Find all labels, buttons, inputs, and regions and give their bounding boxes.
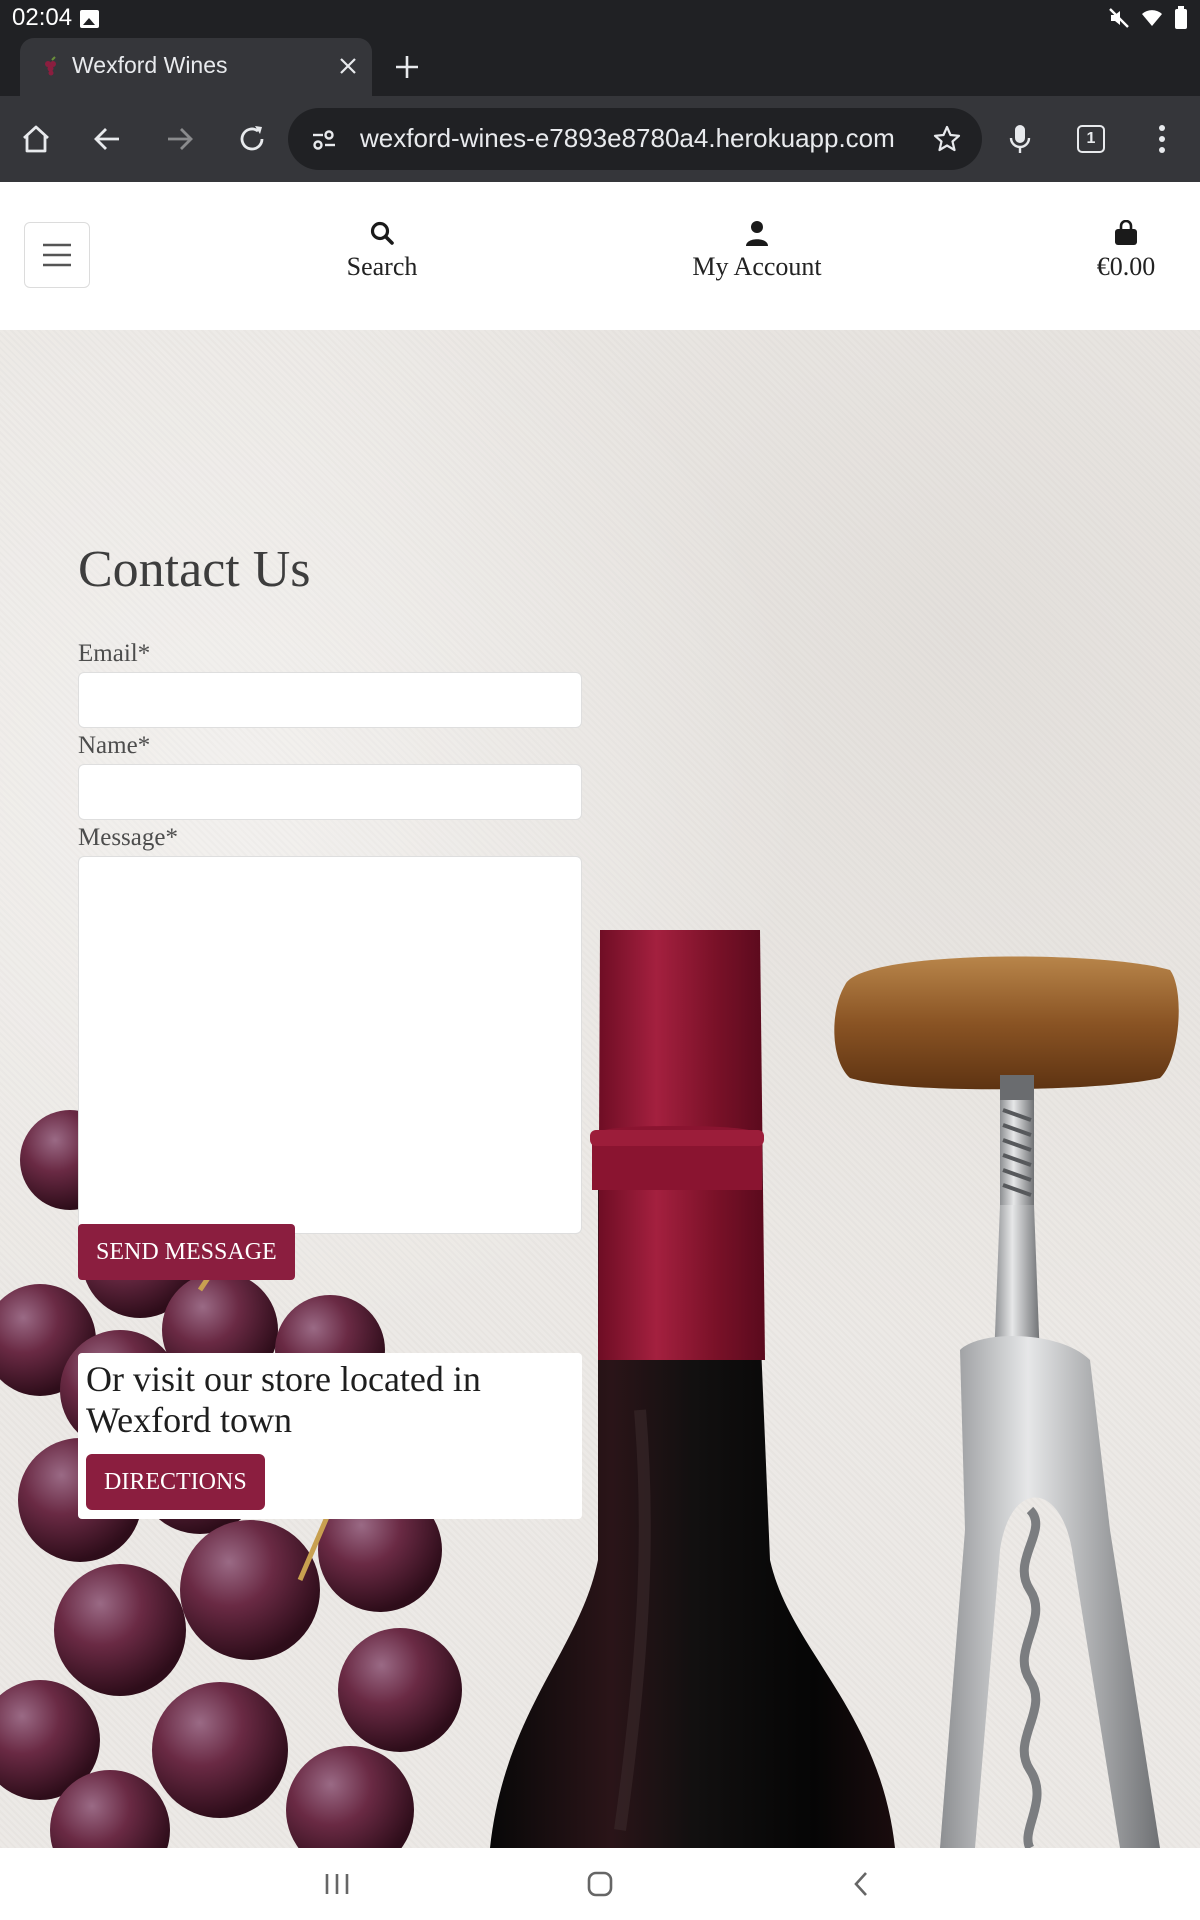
page-title: Contact Us <box>78 541 311 598</box>
url-text: wexford-wines-e7893e8780a4.herokuapp.com <box>360 123 895 153</box>
recent-apps-icon[interactable] <box>317 1866 357 1902</box>
system-nav-bar <box>0 1848 1200 1920</box>
arrow-right-icon <box>168 128 193 150</box>
arrow-left-icon <box>94 128 119 150</box>
reload-icon <box>240 126 264 151</box>
more-vertical-icon <box>1159 125 1165 153</box>
new-tab-icon[interactable] <box>392 52 422 82</box>
message-label: Message* <box>78 824 178 851</box>
status-bar: 02:04 <box>0 0 1200 38</box>
browser-toolbar: wexford-wines-e7893e8780a4.herokuapp.com… <box>0 96 1200 182</box>
name-label: Name* <box>78 732 151 759</box>
send-message-button[interactable]: SEND MESSAGE <box>78 1224 295 1280</box>
status-icons <box>1108 6 1188 30</box>
name-field[interactable] <box>78 764 582 820</box>
shopping-bag-icon <box>1115 220 1137 245</box>
email-field[interactable] <box>78 672 582 728</box>
message-field[interactable] <box>78 856 582 1234</box>
forward-button[interactable] <box>161 120 199 158</box>
reload-button[interactable] <box>233 120 271 158</box>
tab-title: Wexford Wines <box>72 52 228 78</box>
menu-toggle-button[interactable] <box>24 222 90 288</box>
status-time: 02:04 <box>12 4 73 31</box>
tab-count-icon: 1 <box>1077 125 1105 153</box>
user-icon <box>746 221 768 246</box>
email-label: Email* <box>78 640 151 667</box>
mute-icon <box>1109 8 1129 28</box>
bookmark-star-icon[interactable] <box>932 124 962 154</box>
battery-icon <box>1175 6 1187 29</box>
wifi-icon <box>1142 10 1162 26</box>
hamburger-icon <box>43 243 71 267</box>
visit-store-text: Or visit our store located in Wexford to… <box>86 1359 481 1440</box>
tab-wexford-wines[interactable]: Wexford Wines <box>20 38 372 96</box>
back-button[interactable] <box>88 120 126 158</box>
site-header: Search My Account €0.00 <box>0 182 1200 330</box>
close-tab-icon[interactable] <box>336 54 360 78</box>
tab-count: 1 <box>1086 130 1096 147</box>
tab-switcher-button[interactable]: 1 <box>1072 120 1110 158</box>
nav-account-label: My Account <box>692 252 822 281</box>
nav-search[interactable]: Search <box>342 220 422 282</box>
site-settings-icon[interactable] <box>310 126 338 154</box>
nav-search-label: Search <box>346 252 418 281</box>
search-icon <box>370 221 394 245</box>
cart-total: €0.00 <box>1096 252 1156 281</box>
contact-section: Contact Us Email* Name* Message* SEND ME… <box>0 330 1200 1848</box>
nav-my-account[interactable]: My Account <box>682 220 832 282</box>
voice-search-button[interactable] <box>1001 120 1039 158</box>
directions-button[interactable]: DIRECTIONS <box>86 1454 265 1510</box>
nav-cart[interactable]: €0.00 <box>1088 220 1164 282</box>
tab-strip: Wexford Wines <box>0 38 1200 96</box>
home-icon <box>23 125 49 153</box>
address-bar[interactable]: wexford-wines-e7893e8780a4.herokuapp.com <box>288 108 982 170</box>
image-notification-icon <box>80 10 99 28</box>
grapes-favicon-icon <box>45 56 56 76</box>
visit-store-card: Or visit our store located in Wexford to… <box>78 1353 582 1519</box>
browser-menu-button[interactable] <box>1143 120 1181 158</box>
back-nav-icon[interactable] <box>842 1866 882 1902</box>
home-nav-icon[interactable] <box>580 1866 620 1902</box>
home-button[interactable] <box>17 120 55 158</box>
microphone-icon <box>1009 125 1031 153</box>
